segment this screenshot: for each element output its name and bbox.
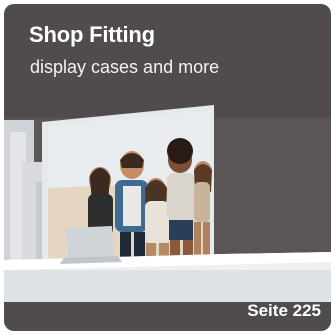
card-subtitle: display cases and more xyxy=(30,57,220,77)
card-title: Shop Fitting xyxy=(29,22,155,47)
shop-display-photo xyxy=(4,105,331,302)
shop-fitting-card[interactable]: Shop Fitting display cases and more Seit… xyxy=(4,4,331,331)
page-reference[interactable]: Seite 225 xyxy=(247,301,321,321)
